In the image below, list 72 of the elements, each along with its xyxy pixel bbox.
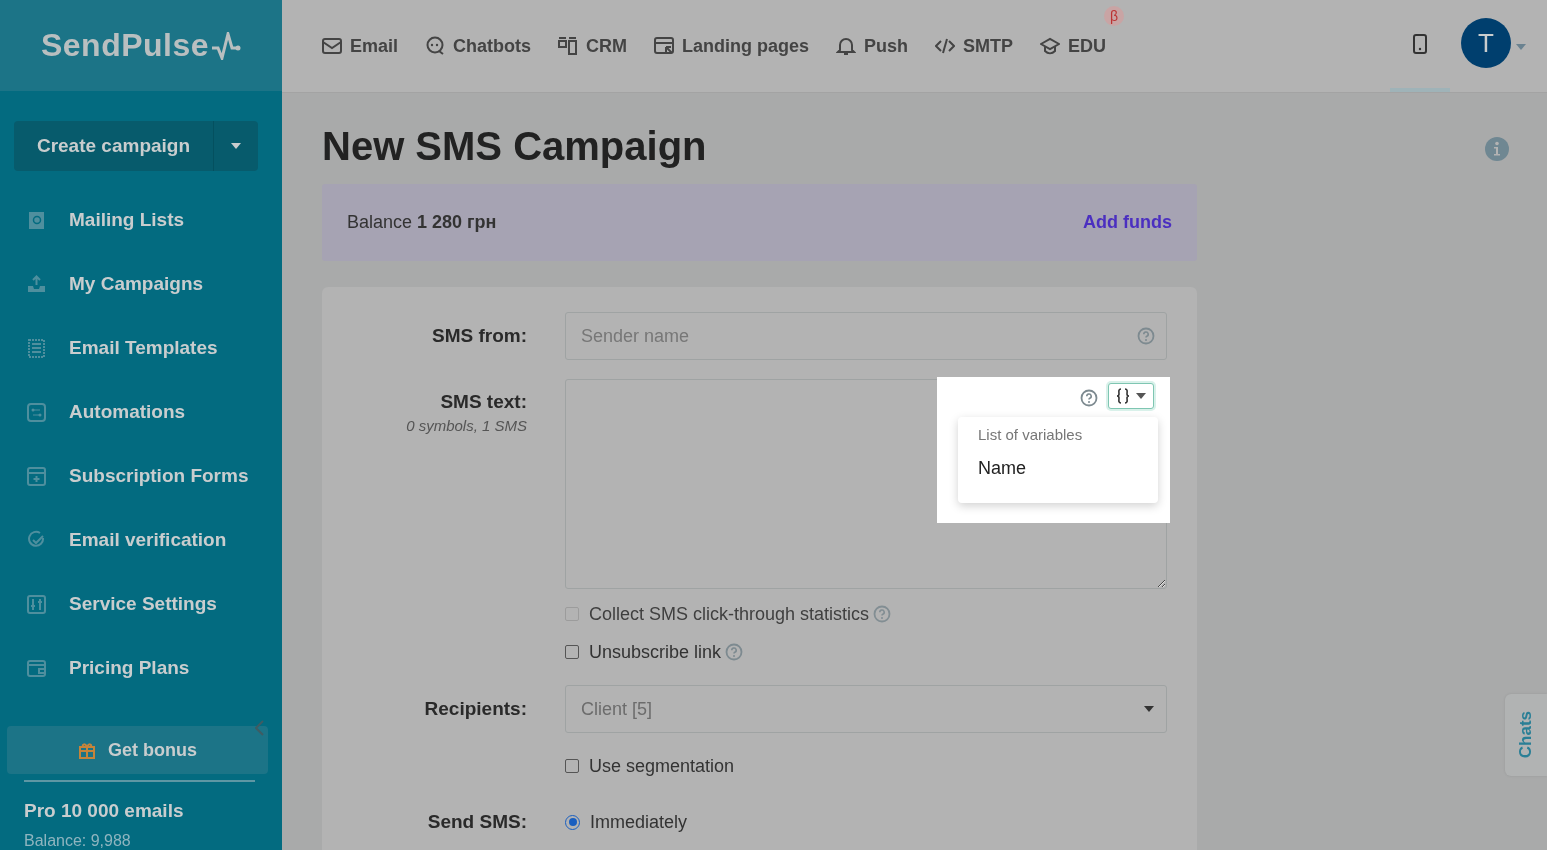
envelope-icon — [322, 36, 342, 56]
add-funds-link[interactable]: Add funds — [1083, 212, 1172, 233]
field-label: SMS text: — [439, 391, 527, 413]
recipients-select[interactable]: Client [5] — [565, 685, 1167, 733]
plan-name: Pro 10 000 emails — [24, 800, 185, 822]
sidebar-item[interactable]: My Campaigns — [0, 252, 282, 316]
columns-icon — [558, 36, 579, 56]
select-value: Client [5] — [581, 698, 653, 720]
form-icon — [26, 465, 47, 487]
get-bonus-button[interactable]: Get bonus — [7, 726, 268, 774]
user-avatar[interactable]: T — [1461, 18, 1511, 68]
gift-icon — [78, 741, 96, 759]
sidebar-item[interactable]: Email Templates — [0, 316, 282, 380]
collapse-chevron-icon — [255, 720, 264, 736]
caret-icon — [1136, 393, 1146, 399]
nav-link[interactable]: Chatbots — [425, 35, 532, 57]
sidebar-item[interactable]: Service Settings — [0, 572, 282, 636]
sender-name-field[interactable]: Sender name — [565, 312, 1167, 360]
code-icon — [935, 36, 956, 56]
braces-icon — [1116, 388, 1130, 404]
sidebar-item[interactable]: Email verification — [0, 508, 282, 572]
wallet-icon — [26, 657, 47, 679]
variables-button[interactable] — [1108, 383, 1154, 409]
field-label: SMS from: — [431, 325, 527, 347]
sidebar-item[interactable]: Pricing Plans — [0, 636, 282, 700]
nav-link[interactable]: CRM — [558, 35, 628, 57]
nav-link[interactable]: Push — [836, 35, 909, 57]
dropdown-item[interactable]: Name — [978, 458, 1138, 479]
symbol-counter: 0 symbols, 1 SMS — [405, 417, 527, 434]
chat-bubble-icon — [425, 36, 446, 56]
checkbox-label: Unsubscribe link — [589, 641, 722, 663]
help-icon — [1080, 389, 1098, 407]
caret-icon — [231, 143, 241, 150]
checkbox[interactable] — [565, 759, 579, 773]
logo[interactable]: SendPulse — [0, 0, 282, 92]
checkbox-label: Collect SMS click-through statistics — [589, 603, 870, 625]
checkbox[interactable] — [565, 645, 579, 659]
sidebar-item[interactable]: Automations — [0, 380, 282, 444]
nav-link[interactable]: SMTP — [935, 35, 1014, 57]
field-label: Send SMS: — [426, 811, 527, 833]
page-title: New SMS Campaign — [322, 126, 707, 170]
browser-cursor-icon — [654, 36, 675, 56]
chats-label: Chats — [1516, 711, 1536, 759]
caret-icon — [1144, 706, 1154, 712]
flow-icon — [26, 401, 47, 423]
balance-text: Balance 1 280 грн — [347, 212, 497, 233]
dropdown-toggle[interactable] — [214, 121, 258, 171]
sidebar-item[interactable]: Mailing Lists — [0, 188, 282, 252]
upload-tray-icon — [26, 273, 47, 295]
info-icon — [1484, 136, 1510, 162]
document-icon — [26, 337, 47, 359]
field-label: Recipients: — [423, 698, 527, 720]
beta-badge: β — [1104, 5, 1125, 26]
radio-label: Immediately — [590, 811, 688, 833]
help-icon — [725, 643, 744, 661]
plan-balance: Balance: 9,988 — [24, 832, 132, 850]
nav-link[interactable]: Landing pages — [654, 35, 810, 57]
graduation-cap-icon — [1040, 36, 1061, 56]
dropdown-header: List of variables — [978, 426, 1084, 443]
help-icon — [873, 605, 892, 623]
checkbox-label: Use segmentation — [589, 755, 735, 777]
caret-icon — [1516, 44, 1526, 50]
pulse-icon — [211, 31, 242, 60]
help-icon — [1137, 327, 1155, 345]
nav-link[interactable]: Email — [322, 35, 399, 57]
chats-tab[interactable]: Chats — [1505, 694, 1547, 776]
sliders-icon — [26, 593, 47, 615]
create-campaign-button[interactable]: Create campaign — [14, 121, 214, 171]
logo-text: SendPulse — [40, 27, 210, 65]
phone-icon — [1413, 34, 1427, 54]
bell-icon — [836, 36, 857, 56]
sidebar-item[interactable]: Subscription Forms — [0, 444, 282, 508]
